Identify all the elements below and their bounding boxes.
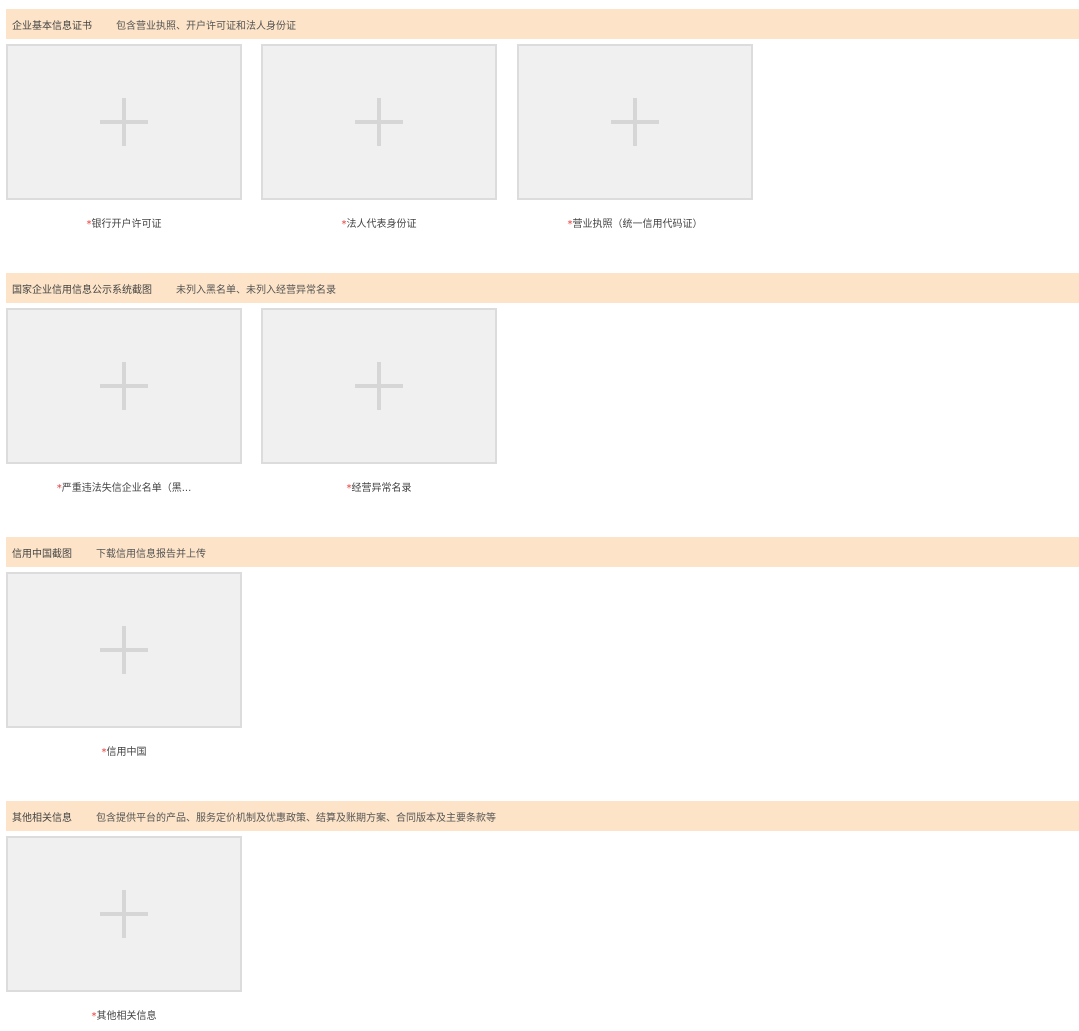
upload-button[interactable]: [261, 308, 497, 464]
upload-item-label-text: 经营异常名录: [351, 483, 412, 494]
section-credit-system-screenshot: 国家企业信用信息公示系统截图 未列入黑名单、未列入经营异常名录 *严重违法失信企…: [6, 273, 1079, 503]
upload-item-label-text: 银行开户许可证: [91, 219, 162, 230]
upload-button[interactable]: [6, 836, 242, 992]
plus-icon: [355, 98, 403, 146]
plus-icon: [100, 626, 148, 674]
plus-icon: [100, 890, 148, 938]
upload-item-bank-license: *银行开户许可证: [6, 44, 242, 230]
upload-item-label: *营业执照（统一信用代码证）: [517, 215, 753, 230]
upload-button[interactable]: [6, 572, 242, 728]
upload-list: *信用中国: [6, 567, 1079, 767]
upload-list: *银行开户许可证 *法人代表身份证 *营业执照（统一信用代码证）: [6, 39, 1079, 239]
upload-item-abnormal-list: *经营异常名录: [261, 308, 497, 494]
section-header: 信用中国截图 下载信用信息报告并上传: [6, 537, 1079, 567]
section-title: 企业基本信息证书: [12, 20, 92, 32]
section-description: 包含提供平台的产品、服务定价机制及优惠政策、结算及账期方案、合同版本及主要条款等: [96, 812, 496, 824]
section-credit-china-screenshot: 信用中国截图 下载信用信息报告并上传 *信用中国: [6, 537, 1079, 767]
upload-item-label: *银行开户许可证: [6, 215, 242, 230]
upload-item-label: *经营异常名录: [261, 479, 497, 494]
section-title: 国家企业信用信息公示系统截图: [12, 284, 152, 296]
plus-icon: [100, 362, 148, 410]
section-header: 其他相关信息 包含提供平台的产品、服务定价机制及优惠政策、结算及账期方案、合同版…: [6, 801, 1079, 831]
section-description: 包含营业执照、开户许可证和法人身份证: [116, 20, 296, 32]
upload-item-label: *法人代表身份证: [261, 215, 497, 230]
section-header: 国家企业信用信息公示系统截图 未列入黑名单、未列入经营异常名录: [6, 273, 1079, 303]
upload-list: *其他相关信息: [6, 831, 1079, 1031]
upload-item-label-text: 信用中国: [106, 747, 147, 758]
upload-item-legal-id: *法人代表身份证: [261, 44, 497, 230]
section-description: 未列入黑名单、未列入经营异常名录: [176, 284, 336, 296]
upload-item-label: *其他相关信息: [6, 1007, 242, 1022]
upload-item-credit-china: *信用中国: [6, 572, 242, 758]
upload-item-label-text: 营业执照（统一信用代码证）: [572, 219, 703, 230]
section-description: 下载信用信息报告并上传: [96, 548, 206, 560]
upload-item-blacklist: *严重违法失信企业名单（黑...: [6, 308, 242, 494]
upload-button[interactable]: [6, 44, 242, 200]
plus-icon: [355, 362, 403, 410]
upload-list: *严重违法失信企业名单（黑... *经营异常名录: [6, 303, 1079, 503]
section-title: 其他相关信息: [12, 812, 72, 824]
upload-item-label: *严重违法失信企业名单（黑...: [6, 479, 242, 494]
upload-item-label: *信用中国: [6, 743, 242, 758]
upload-item-other-info: *其他相关信息: [6, 836, 242, 1022]
upload-item-business-license: *营业执照（统一信用代码证）: [517, 44, 753, 230]
upload-button[interactable]: [517, 44, 753, 200]
upload-button[interactable]: [6, 308, 242, 464]
section-company-certificates: 企业基本信息证书 包含营业执照、开户许可证和法人身份证 *银行开户许可证 *法人…: [6, 9, 1079, 239]
upload-item-label-text: 严重违法失信企业名单（黑...: [61, 483, 192, 494]
section-other-info: 其他相关信息 包含提供平台的产品、服务定价机制及优惠政策、结算及账期方案、合同版…: [6, 801, 1079, 1031]
upload-item-label-text: 法人代表身份证: [346, 219, 417, 230]
plus-icon: [611, 98, 659, 146]
section-title: 信用中国截图: [12, 548, 72, 560]
upload-button[interactable]: [261, 44, 497, 200]
plus-icon: [100, 98, 148, 146]
section-header: 企业基本信息证书 包含营业执照、开户许可证和法人身份证: [6, 9, 1079, 39]
upload-item-label-text: 其他相关信息: [96, 1011, 157, 1022]
